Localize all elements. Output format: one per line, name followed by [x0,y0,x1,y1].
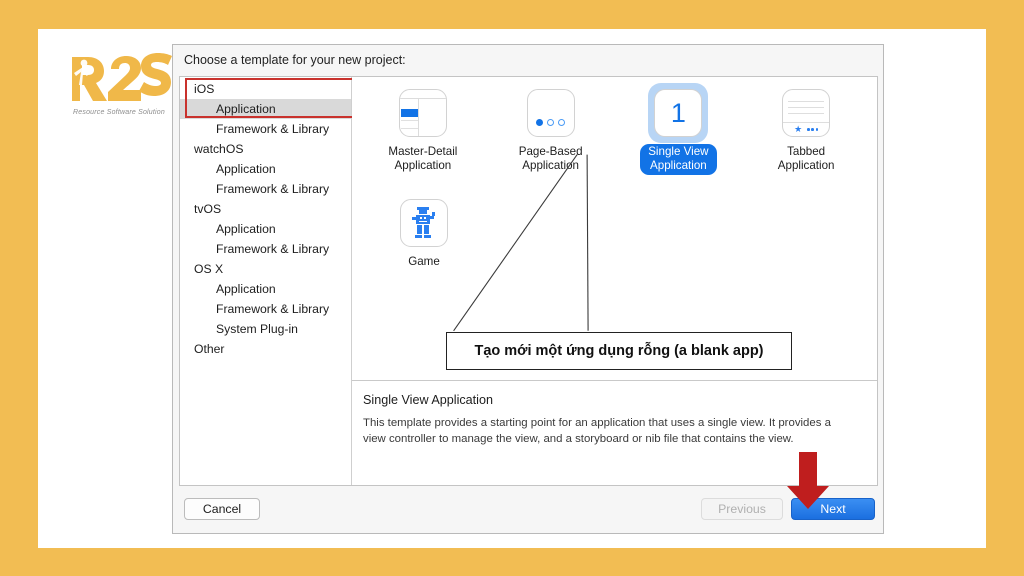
sidebar-item-osx-framework-library[interactable]: Framework & Library [180,299,351,319]
tabbed-icon: ★ [782,89,831,137]
cancel-button[interactable]: Cancel [184,498,260,520]
dialog-footer: Cancel Previous Next [173,486,883,533]
single-view-iconbox: 1 [648,83,709,143]
template-page-based[interactable]: Page-Based Application [494,83,608,175]
template-label-line2: Application [777,159,835,172]
previous-button[interactable]: Previous [701,498,783,520]
template-single-view[interactable]: 1 Single View Application [622,83,736,175]
template-master-detail[interactable]: Master-Detail Application [366,83,480,175]
new-project-dialog: Choose a template for your new project: … [172,44,884,534]
single-view-numeral: 1 [670,97,686,128]
template-tabbed[interactable]: ★ Tabbed Application [749,83,863,175]
template-label-line1: Tabbed [787,145,826,158]
template-category-sidebar[interactable]: iOS Application Framework & Library watc… [180,77,355,485]
template-row-2: Game [352,193,877,270]
annotation-arrow-icon [787,452,829,509]
sidebar-item-other[interactable]: Other [180,339,351,359]
template-label-line1: Page-Based [518,145,583,158]
sidebar-item-ios-application[interactable]: Application [180,99,351,119]
master-detail-icon [398,89,447,137]
sidebar-item-tvos-application[interactable]: Application [180,219,351,239]
sidebar-item-tvos[interactable]: tvOS [180,199,351,219]
pane-divider [352,380,877,381]
template-label-line2: Application [394,159,452,172]
template-description: Single View Application This template pr… [363,393,853,447]
sidebar-item-osx-system-plugin[interactable]: System Plug-in [180,319,351,339]
annotation-callout: Tạo mới một ứng dụng rỗng (a blank app) [446,332,792,370]
template-label-line1: Master-Detail [388,145,458,158]
sidebar-item-tvos-framework-library[interactable]: Framework & Library [180,239,351,259]
sidebar-item-ios-framework-library[interactable]: Framework & Library [180,119,351,139]
template-label: Page-Based Application [513,144,589,174]
template-label-line1: Single View [648,145,709,158]
sidebar-item-ios[interactable]: iOS [180,79,351,99]
description-title: Single View Application [363,393,493,407]
sidebar-item-osx[interactable]: OS X [180,259,351,279]
template-label-selected: Single View Application [640,144,717,175]
template-label: Master-Detail Application [382,144,463,174]
template-label-line1: Game [408,255,440,268]
tabbed-iconbox: ★ [782,89,831,137]
template-label-line2: Application [522,159,579,172]
sidebar-item-watchos-framework-library[interactable]: Framework & Library [180,179,351,199]
game-iconbox [400,199,448,247]
sidebar-item-watchos[interactable]: watchOS [180,139,351,159]
brand-tagline: Resource Software Solution [73,109,165,116]
dialog-header: Choose a template for your new project: [173,45,883,76]
single-view-icon: 1 [654,89,703,137]
template-row-1: Master-Detail Application Page-Based App… [352,83,877,175]
template-label-line2: Application [650,159,707,172]
dialog-body: iOS Application Framework & Library watc… [179,76,878,486]
template-label: Game [402,254,446,270]
r2s-logo-icon [72,53,172,101]
page-based-icon [526,89,575,137]
slide-card: Resource Software Solution Choose a temp… [38,29,986,548]
game-sprite-icon [412,207,435,238]
description-text: This template provides a starting point … [363,417,831,445]
brand-logo: Resource Software Solution [64,51,174,131]
page-based-iconbox [526,89,575,137]
screenshot-root: Resource Software Solution Choose a temp… [0,0,1024,576]
annotation-callout-text: Tạo mới một ứng dụng rỗng (a blank app) [474,343,764,359]
sidebar-item-watchos-application[interactable]: Application [180,159,351,179]
template-label: Tabbed Application [772,144,841,174]
template-chooser-pane: Master-Detail Application Page-Based App… [352,77,877,485]
sidebar-item-osx-application[interactable]: Application [180,279,351,299]
star-icon: ★ [794,124,803,134]
dialog-title: Choose a template for your new project: [184,53,406,67]
game-icon [400,199,448,247]
master-detail-iconbox [398,89,447,137]
template-game[interactable]: Game [366,193,482,270]
